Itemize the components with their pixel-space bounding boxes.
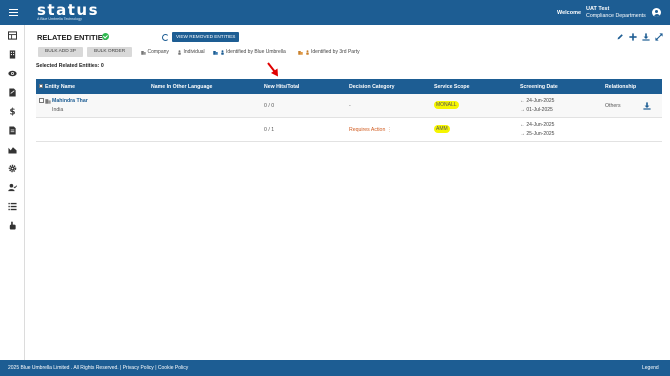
list-icon xyxy=(8,202,17,210)
logo-tagline: A Blue Umbrella Technology xyxy=(37,17,82,21)
footer-separator: | xyxy=(155,365,157,371)
dropdown-icon[interactable]: ⋮ xyxy=(385,127,392,133)
screening-end-value: 25-Jun-2025 xyxy=(526,130,555,137)
view-removed-entities-button[interactable]: VIEW REMOVED ENTITIES xyxy=(172,32,240,42)
relationship-value: Others xyxy=(605,102,621,109)
decision-category-requires-action[interactable]: Requires Action ⋮ xyxy=(349,127,392,133)
sidebar-item-payments[interactable]: $ xyxy=(0,103,25,119)
orange-person-icon xyxy=(305,49,309,55)
user-check-icon xyxy=(8,183,17,191)
eye-icon xyxy=(8,70,17,76)
gear-icon xyxy=(8,164,17,172)
service-scope-badge: AMM xyxy=(434,125,450,133)
dollar-icon: $ xyxy=(10,107,16,115)
column-header-decision[interactable]: Decision Category xyxy=(349,84,395,90)
new-hits-total[interactable]: 0 / 0 xyxy=(264,103,274,109)
building-icon xyxy=(9,49,16,59)
expand-icon[interactable] xyxy=(655,33,663,41)
screening-start-value: 24-Jun-2025 xyxy=(526,97,555,104)
bulk-add-3p-button[interactable]: BULK ADD 3P xyxy=(38,47,83,57)
legend-company-label: Company xyxy=(147,49,169,55)
column-header-screening-date[interactable]: Screening Date xyxy=(520,84,558,90)
screening-date-end: → 25-Jun-2025 xyxy=(520,131,554,137)
column-header-new-hits[interactable]: New Hits/Total xyxy=(264,84,299,90)
legend-link[interactable]: Legend xyxy=(642,360,659,376)
sidebar-item-actions[interactable] xyxy=(0,217,25,233)
related-entities-table: Entity Name Name In Other Language New H… xyxy=(36,79,662,142)
decision-category: - xyxy=(349,102,351,109)
top-bar: status A Blue Umbrella Technology Welcom… xyxy=(0,0,670,25)
report-icon xyxy=(9,125,16,135)
column-header-entity-name[interactable]: Entity Name xyxy=(45,84,75,90)
hamburger-menu-icon[interactable] xyxy=(9,9,18,17)
company-icon xyxy=(141,50,146,55)
add-icon[interactable] xyxy=(629,33,637,41)
red-arrow-annotation xyxy=(267,62,278,77)
user-name: UAT Test xyxy=(586,6,610,12)
sidebar-item-dashboard[interactable] xyxy=(0,27,25,43)
screening-date-start: ← 24-Jun-2025 xyxy=(520,98,554,104)
blue-person-icon xyxy=(220,49,224,55)
orange-company-icon xyxy=(298,50,303,55)
dashboard-icon xyxy=(8,30,17,40)
hand-pointer-icon xyxy=(9,220,16,230)
user-department: Compliance Departments xyxy=(586,13,646,19)
table-row[interactable]: Mahindra Thar India 0 / 0 - MONALL ← 24-… xyxy=(36,94,662,118)
verified-check-icon xyxy=(102,33,109,40)
document-edit-icon xyxy=(9,87,16,97)
download-icon[interactable] xyxy=(642,33,650,41)
screening-end-value: 01-Jul-2025 xyxy=(526,106,553,113)
footer-links: 2025 Blue Umbrella Limited . All Rights … xyxy=(8,360,188,376)
service-scope-badge: MONALL xyxy=(434,101,459,109)
row-download-icon[interactable] xyxy=(643,102,651,110)
legend-identified-3rd: Identified by 3rd Party xyxy=(298,49,360,55)
cookie-policy-link[interactable]: Cookie Policy xyxy=(158,365,188,371)
user-account-icon[interactable] xyxy=(652,8,661,17)
sidebar-item-settings[interactable] xyxy=(0,160,25,176)
sidebar-item-buildings[interactable] xyxy=(0,46,25,62)
sidebar-item-list[interactable] xyxy=(0,198,25,214)
selected-related-entities-count: Selected Related Entities: 0 xyxy=(36,63,104,69)
svg-text:$: $ xyxy=(10,107,16,115)
legend-identified-3rd-label: Identified by 3rd Party xyxy=(311,49,360,55)
welcome-label: Welcome xyxy=(557,10,582,16)
privacy-policy-link[interactable]: Privacy Policy xyxy=(123,365,154,371)
column-header-relationship[interactable]: Relationship xyxy=(605,84,636,90)
entity-name-link[interactable]: Mahindra Thar xyxy=(52,98,88,104)
sidebar: $ xyxy=(0,25,25,360)
table-header: Entity Name Name In Other Language New H… xyxy=(36,79,662,94)
row-checkbox[interactable] xyxy=(38,98,44,103)
area-chart-icon xyxy=(8,146,17,154)
screening-date-start: ← 24-Jun-2025 xyxy=(520,122,554,128)
company-icon xyxy=(45,99,51,104)
footer: 2025 Blue Umbrella Limited . All Rights … xyxy=(0,360,670,376)
sidebar-item-user-approval[interactable] xyxy=(0,179,25,195)
sidebar-item-reports[interactable] xyxy=(0,122,25,138)
page-title: RELATED ENTITIES xyxy=(37,33,108,42)
edit-icon[interactable] xyxy=(616,33,624,41)
legend-individual-label: Individual xyxy=(183,49,205,55)
legend-identified-blue-label: Identified by Blue Umbrella xyxy=(226,49,286,55)
blue-company-icon xyxy=(213,50,218,55)
legend-individual: Individual xyxy=(177,49,205,55)
table-row[interactable]: 0 / 1 Requires Action ⋮ AMM ← 24-Jun-202… xyxy=(36,118,662,142)
column-header-other-language[interactable]: Name In Other Language xyxy=(151,84,212,90)
legend-identified-blue: Identified by Blue Umbrella xyxy=(213,49,286,55)
person-icon xyxy=(178,49,181,55)
refresh-icon[interactable] xyxy=(162,34,169,41)
copyright-text: 2025 Blue Umbrella Limited . All Rights … xyxy=(8,365,122,371)
bulk-order-button[interactable]: BULK ORDER xyxy=(87,47,133,57)
screening-start-value: 24-Jun-2025 xyxy=(526,121,555,128)
select-all-checkbox[interactable] xyxy=(38,83,43,88)
sidebar-item-monitoring[interactable] xyxy=(0,65,25,81)
legend-company: Company xyxy=(141,49,169,55)
logo[interactable]: status xyxy=(37,3,99,18)
new-hits-total[interactable]: 0 / 1 xyxy=(264,127,274,133)
entity-country: India xyxy=(52,106,64,113)
sidebar-item-documents[interactable] xyxy=(0,84,25,100)
screening-date-end: → 01-Jul-2025 xyxy=(520,107,553,113)
requires-action-label[interactable]: Requires Action xyxy=(349,127,385,133)
sidebar-item-analytics[interactable] xyxy=(0,141,25,157)
column-header-scope[interactable]: Service Scope xyxy=(434,84,469,90)
